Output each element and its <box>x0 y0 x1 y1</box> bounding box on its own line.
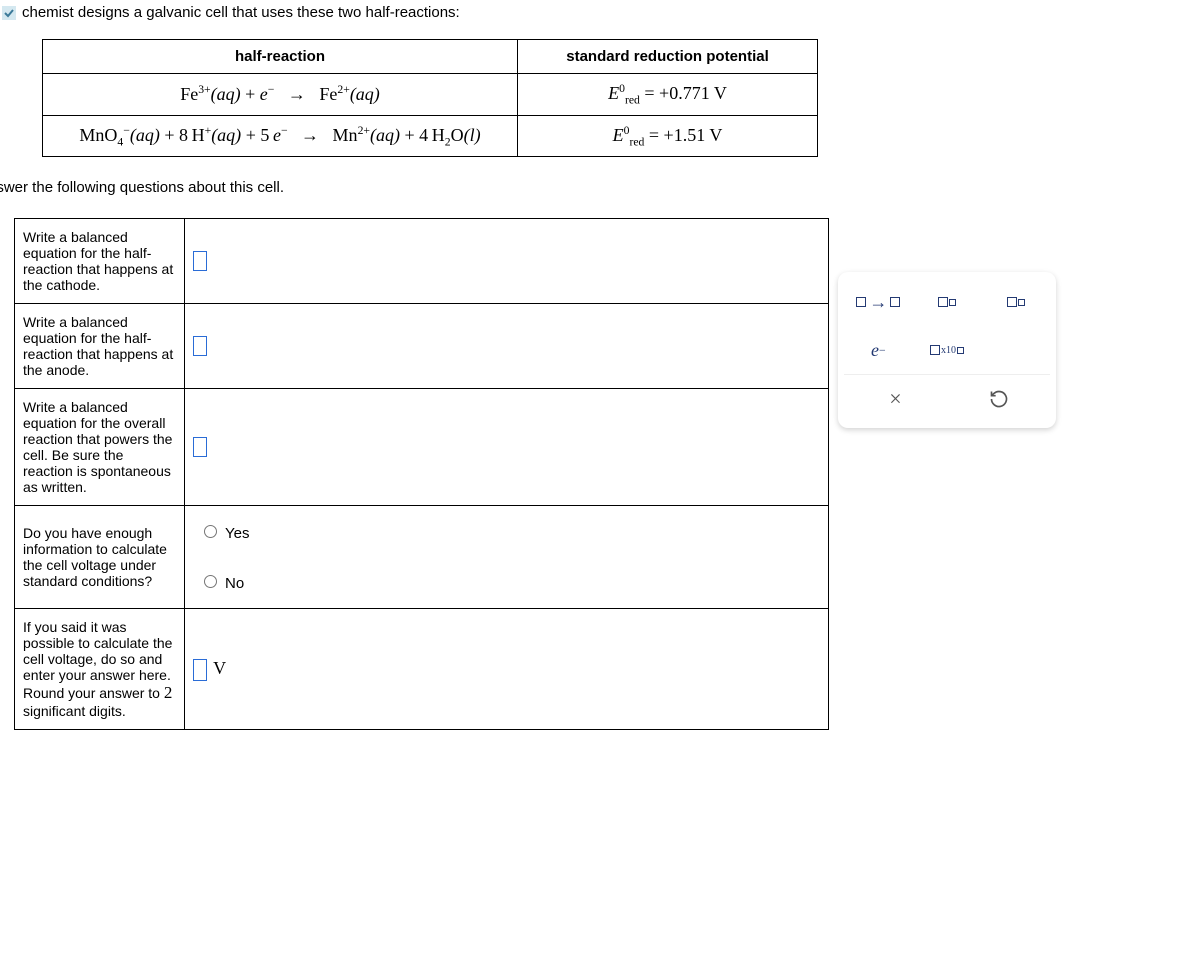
row-cathode: Write a balanced equation for the half-r… <box>15 219 829 304</box>
equation-toolbox: → e− x10 × <box>838 272 1056 428</box>
col-header-reaction: half-reaction <box>43 40 518 74</box>
square-icon <box>930 345 940 355</box>
anode-equation-input[interactable] <box>193 336 207 356</box>
square-icon <box>1007 297 1017 307</box>
tool-x10-button[interactable]: x10 <box>919 330 975 370</box>
reaction-2: MnO4−(aq) + 8 H+(aq) + 5 e− → Mn2+(aq) +… <box>43 115 518 157</box>
radio-yes-label[interactable]: Yes <box>199 525 249 542</box>
radio-no-label[interactable]: No <box>199 575 244 592</box>
half-reaction-table: half-reaction standard reduction potenti… <box>42 39 818 157</box>
x-icon: × <box>889 386 901 412</box>
square-icon <box>949 299 956 306</box>
correct-check-icon <box>2 6 16 20</box>
tool-reset-button[interactable] <box>971 379 1027 419</box>
table-row: Fe3+(aq) + e− → Fe2+(aq) E0red = +0.771 … <box>43 74 818 116</box>
square-icon <box>890 297 900 307</box>
reset-icon <box>989 389 1009 409</box>
square-icon <box>938 297 948 307</box>
label-overall: Write a balanced equation for the overal… <box>15 389 185 506</box>
tool-clear-button[interactable]: × <box>868 379 924 419</box>
table-row: MnO4−(aq) + 8 H+(aq) + 5 e− → Mn2+(aq) +… <box>43 115 818 157</box>
volt-unit: V <box>213 658 226 678</box>
col-header-potential: standard reduction potential <box>518 40 818 74</box>
overall-equation-input[interactable] <box>193 437 207 457</box>
label-anode: Write a balanced equation for the half-r… <box>15 304 185 389</box>
row-overall: Write a balanced equation for the overal… <box>15 389 829 506</box>
potential-2: E0red = +1.51 V <box>518 115 818 157</box>
square-icon <box>1018 299 1025 306</box>
tool-electron-button[interactable]: e− <box>850 330 906 370</box>
radio-no[interactable] <box>204 575 217 588</box>
label-voltage: If you said it was possible to calculate… <box>15 609 185 730</box>
square-icon <box>856 297 866 307</box>
question-prompt: chemist designs a galvanic cell that use… <box>22 4 1200 21</box>
label-enough: Do you have enough information to calcul… <box>15 506 185 609</box>
cathode-equation-input[interactable] <box>193 251 207 271</box>
tool-spacer <box>988 330 1044 370</box>
followup-text: Answer the following questions about thi… <box>0 179 1200 196</box>
row-enough-info: Do you have enough information to calcul… <box>15 506 829 609</box>
radio-yes[interactable] <box>204 525 217 538</box>
tool-arrow-button[interactable]: → <box>850 282 906 322</box>
row-anode: Write a balanced equation for the half-r… <box>15 304 829 389</box>
tool-subscript-button[interactable] <box>919 282 975 322</box>
row-voltage: If you said it was possible to calculate… <box>15 609 829 730</box>
square-icon <box>957 347 964 354</box>
reaction-1: Fe3+(aq) + e− → Fe2+(aq) <box>43 74 518 116</box>
voltage-input[interactable] <box>193 659 207 681</box>
potential-1: E0red = +0.771 V <box>518 74 818 116</box>
tool-superscript-button[interactable] <box>988 282 1044 322</box>
answer-table: Write a balanced equation for the half-r… <box>14 218 829 730</box>
label-cathode: Write a balanced equation for the half-r… <box>15 219 185 304</box>
